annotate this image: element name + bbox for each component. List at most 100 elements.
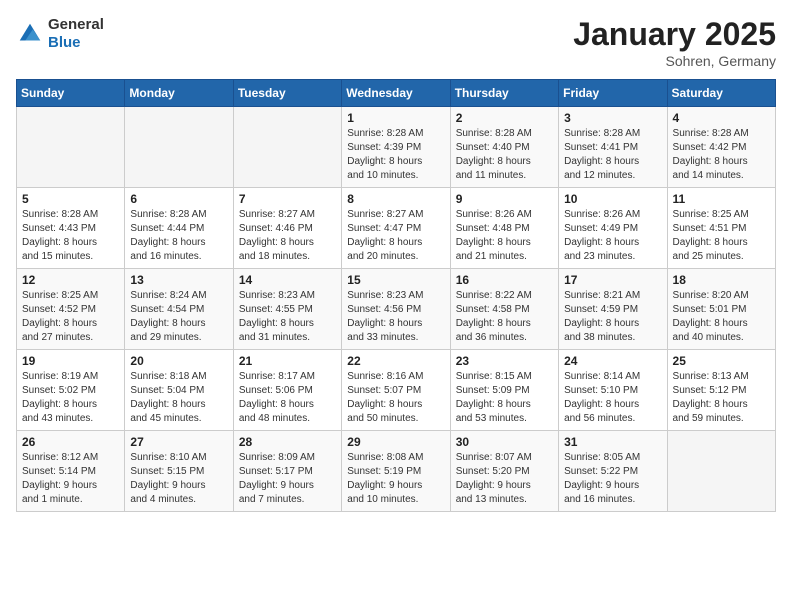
day-info: Sunrise: 8:28 AM Sunset: 4:44 PM Dayligh… bbox=[130, 208, 227, 264]
calendar-cell: 20 Sunrise: 8:18 AM Sunset: 5:04 PM Dayli… bbox=[125, 350, 233, 431]
logo-text-general: General bbox=[48, 16, 104, 34]
day-number: 20 bbox=[130, 354, 227, 368]
calendar-cell: 8 Sunrise: 8:27 AM Sunset: 4:47 PM Daylig… bbox=[342, 188, 450, 269]
day-number: 12 bbox=[22, 273, 119, 287]
month-title: January 2025 bbox=[573, 16, 776, 53]
day-info: Sunrise: 8:10 AM Sunset: 5:15 PM Dayligh… bbox=[130, 451, 227, 507]
calendar-cell: 16 Sunrise: 8:22 AM Sunset: 4:58 PM Dayli… bbox=[450, 269, 558, 350]
day-number: 1 bbox=[347, 111, 444, 125]
weekday-header-tuesday: Tuesday bbox=[233, 80, 341, 107]
day-number: 4 bbox=[673, 111, 770, 125]
calendar-cell: 5 Sunrise: 8:28 AM Sunset: 4:43 PM Daylig… bbox=[17, 188, 125, 269]
day-info: Sunrise: 8:15 AM Sunset: 5:09 PM Dayligh… bbox=[456, 370, 553, 426]
day-number: 11 bbox=[673, 192, 770, 206]
day-number: 7 bbox=[239, 192, 336, 206]
calendar-cell: 18 Sunrise: 8:20 AM Sunset: 5:01 PM Dayli… bbox=[667, 269, 775, 350]
day-info: Sunrise: 8:26 AM Sunset: 4:49 PM Dayligh… bbox=[564, 208, 661, 264]
day-number: 27 bbox=[130, 435, 227, 449]
day-info: Sunrise: 8:28 AM Sunset: 4:40 PM Dayligh… bbox=[456, 127, 553, 183]
day-number: 30 bbox=[456, 435, 553, 449]
calendar-cell bbox=[233, 107, 341, 188]
day-number: 5 bbox=[22, 192, 119, 206]
day-info: Sunrise: 8:13 AM Sunset: 5:12 PM Dayligh… bbox=[673, 370, 770, 426]
day-info: Sunrise: 8:12 AM Sunset: 5:14 PM Dayligh… bbox=[22, 451, 119, 507]
calendar-cell: 1Sunrise: 8:28 AM Sunset: 4:39 PM Daylig… bbox=[342, 107, 450, 188]
calendar-cell: 15Sunrise: 8:23 AM Sunset: 4:56 PM Dayli… bbox=[342, 269, 450, 350]
day-info: Sunrise: 8:23 AM Sunset: 4:55 PM Dayligh… bbox=[239, 289, 336, 345]
calendar-cell: 31 Sunrise: 8:05 AM Sunset: 5:22 PM Dayli… bbox=[559, 431, 667, 512]
day-number: 13 bbox=[130, 273, 227, 287]
day-info: Sunrise: 8:25 AM Sunset: 4:51 PM Dayligh… bbox=[673, 208, 770, 264]
day-info: Sunrise: 8:16 AM Sunset: 5:07 PM Dayligh… bbox=[347, 370, 444, 426]
day-number: 31 bbox=[564, 435, 661, 449]
day-number: 2 bbox=[456, 111, 553, 125]
day-info: Sunrise: 8:26 AM Sunset: 4:48 PM Dayligh… bbox=[456, 208, 553, 264]
calendar-cell: 9 Sunrise: 8:26 AM Sunset: 4:48 PM Daylig… bbox=[450, 188, 558, 269]
day-number: 24 bbox=[564, 354, 661, 368]
calendar-cell: 24 Sunrise: 8:14 AM Sunset: 5:10 PM Dayli… bbox=[559, 350, 667, 431]
week-row-5: 26 Sunrise: 8:12 AM Sunset: 5:14 PM Dayli… bbox=[17, 431, 776, 512]
day-info: Sunrise: 8:23 AM Sunset: 4:56 PM Dayligh… bbox=[347, 289, 444, 345]
day-number: 3 bbox=[564, 111, 661, 125]
day-number: 23 bbox=[456, 354, 553, 368]
day-info: Sunrise: 8:28 AM Sunset: 4:41 PM Dayligh… bbox=[564, 127, 661, 183]
day-number: 18 bbox=[673, 273, 770, 287]
calendar-cell: 25 Sunrise: 8:13 AM Sunset: 5:12 PM Dayli… bbox=[667, 350, 775, 431]
calendar-table: SundayMondayTuesdayWednesdayThursdayFrid… bbox=[16, 79, 776, 512]
day-number: 29 bbox=[347, 435, 444, 449]
day-number: 9 bbox=[456, 192, 553, 206]
day-number: 8 bbox=[347, 192, 444, 206]
week-row-1: 1Sunrise: 8:28 AM Sunset: 4:39 PM Daylig… bbox=[17, 107, 776, 188]
day-number: 17 bbox=[564, 273, 661, 287]
location-title: Sohren, Germany bbox=[573, 53, 776, 69]
day-info: Sunrise: 8:18 AM Sunset: 5:04 PM Dayligh… bbox=[130, 370, 227, 426]
day-info: Sunrise: 8:28 AM Sunset: 4:43 PM Dayligh… bbox=[22, 208, 119, 264]
calendar-cell: 17 Sunrise: 8:21 AM Sunset: 4:59 PM Dayli… bbox=[559, 269, 667, 350]
calendar-cell: 6 Sunrise: 8:28 AM Sunset: 4:44 PM Daylig… bbox=[125, 188, 233, 269]
page-header: General Blue January 2025 Sohren, German… bbox=[16, 16, 776, 69]
day-info: Sunrise: 8:20 AM Sunset: 5:01 PM Dayligh… bbox=[673, 289, 770, 345]
day-info: Sunrise: 8:27 AM Sunset: 4:47 PM Dayligh… bbox=[347, 208, 444, 264]
calendar-cell: 12 Sunrise: 8:25 AM Sunset: 4:52 PM Dayli… bbox=[17, 269, 125, 350]
weekday-header-thursday: Thursday bbox=[450, 80, 558, 107]
week-row-4: 19Sunrise: 8:19 AM Sunset: 5:02 PM Dayli… bbox=[17, 350, 776, 431]
day-number: 6 bbox=[130, 192, 227, 206]
calendar-cell: 10 Sunrise: 8:26 AM Sunset: 4:49 PM Dayli… bbox=[559, 188, 667, 269]
day-number: 26 bbox=[22, 435, 119, 449]
day-info: Sunrise: 8:09 AM Sunset: 5:17 PM Dayligh… bbox=[239, 451, 336, 507]
calendar-cell bbox=[125, 107, 233, 188]
calendar-cell: 13 Sunrise: 8:24 AM Sunset: 4:54 PM Dayli… bbox=[125, 269, 233, 350]
day-info: Sunrise: 8:08 AM Sunset: 5:19 PM Dayligh… bbox=[347, 451, 444, 507]
calendar-cell: 11 Sunrise: 8:25 AM Sunset: 4:51 PM Dayli… bbox=[667, 188, 775, 269]
weekday-header-sunday: Sunday bbox=[17, 80, 125, 107]
logo: General Blue bbox=[16, 16, 104, 52]
day-number: 14 bbox=[239, 273, 336, 287]
logo-text-blue: Blue bbox=[48, 34, 104, 52]
day-number: 25 bbox=[673, 354, 770, 368]
day-info: Sunrise: 8:21 AM Sunset: 4:59 PM Dayligh… bbox=[564, 289, 661, 345]
day-number: 10 bbox=[564, 192, 661, 206]
calendar-cell: 14 Sunrise: 8:23 AM Sunset: 4:55 PM Dayli… bbox=[233, 269, 341, 350]
day-info: Sunrise: 8:05 AM Sunset: 5:22 PM Dayligh… bbox=[564, 451, 661, 507]
day-info: Sunrise: 8:19 AM Sunset: 5:02 PM Dayligh… bbox=[22, 370, 119, 426]
calendar-cell: 2 Sunrise: 8:28 AM Sunset: 4:40 PM Daylig… bbox=[450, 107, 558, 188]
week-row-2: 5 Sunrise: 8:28 AM Sunset: 4:43 PM Daylig… bbox=[17, 188, 776, 269]
day-info: Sunrise: 8:24 AM Sunset: 4:54 PM Dayligh… bbox=[130, 289, 227, 345]
day-info: Sunrise: 8:25 AM Sunset: 4:52 PM Dayligh… bbox=[22, 289, 119, 345]
calendar-cell: 26 Sunrise: 8:12 AM Sunset: 5:14 PM Dayli… bbox=[17, 431, 125, 512]
title-block: January 2025 Sohren, Germany bbox=[573, 16, 776, 69]
day-number: 16 bbox=[456, 273, 553, 287]
calendar-cell: 23 Sunrise: 8:15 AM Sunset: 5:09 PM Dayli… bbox=[450, 350, 558, 431]
calendar-cell bbox=[667, 431, 775, 512]
week-row-3: 12 Sunrise: 8:25 AM Sunset: 4:52 PM Dayli… bbox=[17, 269, 776, 350]
day-info: Sunrise: 8:22 AM Sunset: 4:58 PM Dayligh… bbox=[456, 289, 553, 345]
day-info: Sunrise: 8:27 AM Sunset: 4:46 PM Dayligh… bbox=[239, 208, 336, 264]
calendar-cell: 30 Sunrise: 8:07 AM Sunset: 5:20 PM Dayli… bbox=[450, 431, 558, 512]
day-number: 28 bbox=[239, 435, 336, 449]
day-number: 21 bbox=[239, 354, 336, 368]
calendar-cell: 4Sunrise: 8:28 AM Sunset: 4:42 PM Daylig… bbox=[667, 107, 775, 188]
day-info: Sunrise: 8:14 AM Sunset: 5:10 PM Dayligh… bbox=[564, 370, 661, 426]
day-number: 22 bbox=[347, 354, 444, 368]
weekday-header-saturday: Saturday bbox=[667, 80, 775, 107]
day-info: Sunrise: 8:07 AM Sunset: 5:20 PM Dayligh… bbox=[456, 451, 553, 507]
